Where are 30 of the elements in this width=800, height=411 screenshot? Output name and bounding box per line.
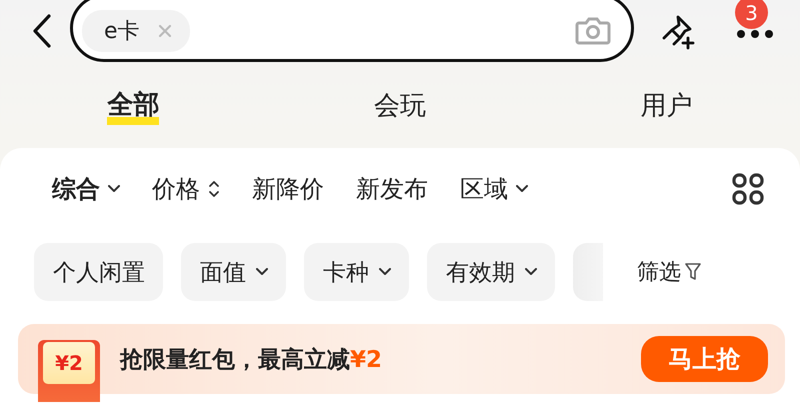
sort-option[interactable]: 综合 xyxy=(52,173,120,205)
tab[interactable]: 全部 xyxy=(107,88,160,124)
sort-arrows-icon xyxy=(208,179,220,199)
chevron-down-icon xyxy=(108,185,120,193)
filter-chip[interactable]: 卡种 xyxy=(304,243,409,301)
more-icon[interactable] xyxy=(736,29,774,39)
search-field[interactable]: e卡 xyxy=(70,0,634,62)
funnel-icon xyxy=(685,263,701,281)
pin-icon[interactable] xyxy=(660,14,696,50)
filter-chip[interactable]: 有效期 xyxy=(427,243,555,301)
tag-label: e卡 xyxy=(104,18,140,46)
notification-badge: 3 xyxy=(735,0,768,29)
back-icon[interactable] xyxy=(32,14,52,48)
tab[interactable]: 会玩 xyxy=(374,89,426,123)
sort-option[interactable]: 新发布 xyxy=(356,173,428,205)
chevron-down-icon xyxy=(256,268,268,276)
tab[interactable]: 用户 xyxy=(640,89,693,123)
chevron-down-icon xyxy=(516,185,528,193)
filter-button[interactable]: 筛选 xyxy=(637,257,701,287)
chevron-down-icon xyxy=(379,268,391,276)
sort-option[interactable]: 价格 xyxy=(152,173,220,205)
grid-view-icon[interactable] xyxy=(732,173,764,205)
chevron-down-icon xyxy=(525,268,537,276)
promo-text: 抢限量红包，最高立减¥2 xyxy=(120,346,382,374)
envelope-amount: ¥2 xyxy=(43,342,95,384)
filter-chip[interactable]: 个人闲置 xyxy=(34,243,163,301)
sort-option[interactable]: 区域 xyxy=(460,173,528,205)
sort-option[interactable]: 新降价 xyxy=(252,173,324,205)
search-tag[interactable]: e卡 xyxy=(82,10,190,52)
filter-chip[interactable]: 面值 xyxy=(181,243,286,301)
